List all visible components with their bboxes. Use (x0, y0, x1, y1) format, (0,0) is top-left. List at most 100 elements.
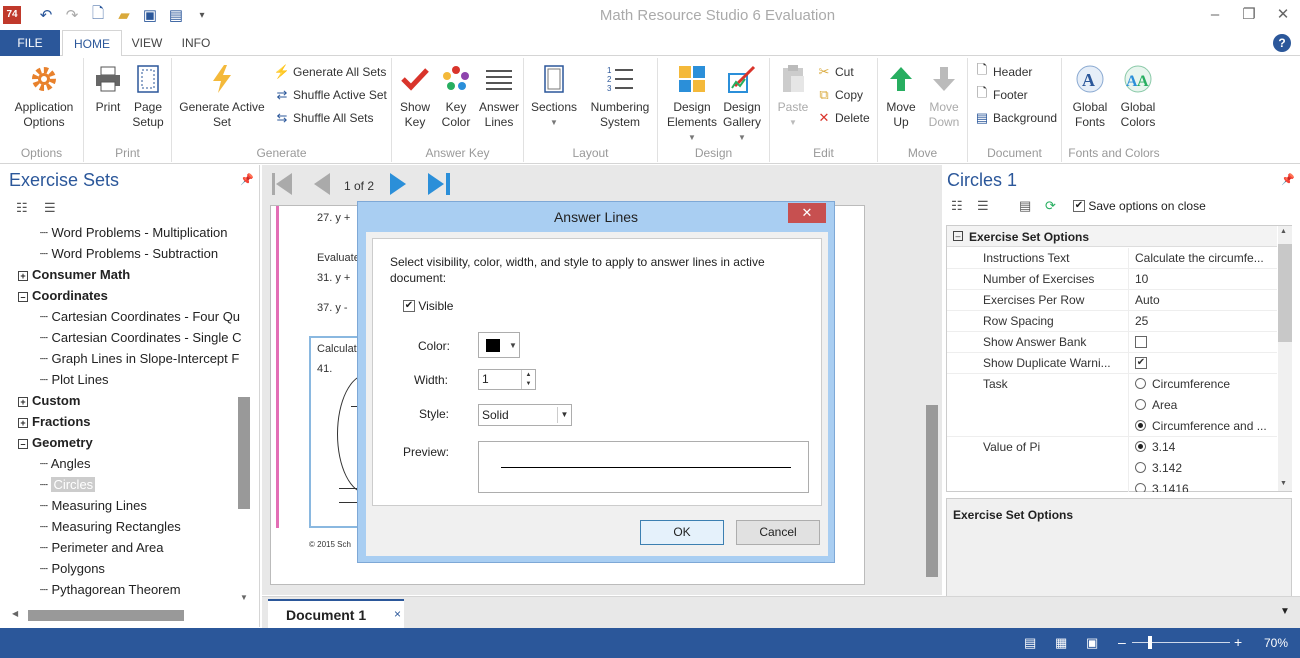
tree-item[interactable]: ┈ Angles (40, 454, 90, 474)
move-up-button[interactable]: Move Up (880, 60, 922, 130)
expand-icon[interactable]: + (18, 417, 28, 428)
paste-button[interactable]: Paste ▼ (772, 60, 814, 130)
tree-item-selected[interactable]: ┈ Circles (40, 475, 96, 495)
last-page-icon[interactable] (426, 171, 452, 200)
help-icon[interactable]: ? (1273, 34, 1291, 52)
tree-item[interactable]: ┈ Word Problems - Subtraction (40, 244, 218, 264)
tab-info[interactable]: INFO (172, 30, 220, 57)
property-row[interactable]: Exercises Per Row Auto (947, 290, 1277, 311)
background-button[interactable]: ▤ Background (974, 110, 1057, 126)
tree-category[interactable]: + Fractions (18, 412, 91, 432)
scroll-down-icon[interactable]: ▼ (240, 593, 248, 602)
shuffle-all-sets-button[interactable]: ⇆ Shuffle All Sets (274, 110, 374, 126)
document-tab-close-icon[interactable]: × (394, 607, 401, 621)
show-key-button[interactable]: Show Key (394, 60, 436, 130)
print-button[interactable]: Print (88, 60, 128, 115)
collapse-icon[interactable]: – (953, 231, 963, 241)
pin-icon[interactable]: 📌 (1281, 173, 1295, 186)
tree-hscroll-thumb[interactable] (28, 610, 184, 621)
move-down-button[interactable]: Move Down (922, 60, 966, 130)
property-row[interactable]: Number of Exercises 10 (947, 269, 1277, 290)
radio-circumference[interactable]: Circumference (1135, 374, 1277, 395)
property-value[interactable]: Auto (1135, 290, 1277, 311)
radio-icon[interactable] (1135, 462, 1146, 474)
tree-item[interactable]: ┈ Measuring Rectangles (40, 517, 181, 537)
checkbox-checked-icon[interactable]: ✔ (1073, 199, 1085, 212)
property-value[interactable]: Calculate the circumfe... (1135, 248, 1277, 269)
page-setup-button[interactable]: Page Setup (128, 60, 168, 130)
restore-button[interactable]: ❐ (1232, 0, 1266, 30)
tree-vscroll-thumb[interactable] (238, 397, 250, 509)
tree-item[interactable]: ┈ Cartesian Coordinates - Four Qu (40, 307, 240, 327)
tree-item[interactable]: ┈ Polygons (40, 559, 105, 579)
copy-button[interactable]: ⧉ Copy (816, 87, 863, 103)
ok-button[interactable]: OK (640, 520, 724, 545)
checkbox-checked-icon[interactable]: ✔ (1135, 356, 1147, 369)
color-picker[interactable]: ▼ (478, 332, 520, 358)
tree-item[interactable]: ┈ Measuring Lines (40, 496, 147, 516)
property-section-header[interactable]: – Exercise Set Options (947, 226, 1277, 247)
header-button[interactable]: 🗋 Header (974, 62, 1033, 80)
radio-pi-31416[interactable]: 3.1416 (1135, 479, 1277, 492)
design-gallery-button[interactable]: Design Gallery ▼ (718, 60, 766, 145)
next-page-icon[interactable] (388, 171, 408, 200)
tab-home[interactable]: HOME (62, 30, 122, 57)
cut-button[interactable]: ✂ Cut (816, 64, 854, 80)
visible-checkbox[interactable]: ✔ Visible (403, 299, 453, 313)
global-colors-button[interactable]: AA Global Colors (1114, 60, 1162, 130)
expand-icon[interactable]: + (18, 270, 28, 281)
property-grid-vscroll-thumb[interactable] (1278, 244, 1292, 342)
shuffle-active-set-button[interactable]: ⇄ Shuffle Active Set (274, 87, 387, 103)
first-page-icon[interactable] (270, 171, 294, 200)
property-row[interactable]: Task Circumference Area Circumference an… (947, 374, 1277, 437)
tab-list-chevron-icon[interactable]: ▼ (1280, 606, 1290, 617)
radio-area[interactable]: Area (1135, 395, 1277, 416)
prev-page-icon[interactable] (312, 171, 332, 200)
stepper-down-icon[interactable]: ▼ (521, 380, 535, 389)
property-row[interactable]: Show Duplicate Warni... ✔ (947, 353, 1277, 374)
tree-category[interactable]: + Custom (18, 391, 80, 411)
tab-file[interactable]: FILE (0, 30, 60, 56)
options-list-icon[interactable]: ▤ (1019, 198, 1031, 214)
zoom-slider-thumb[interactable] (1148, 636, 1152, 649)
collapse-icon[interactable]: – (18, 438, 28, 449)
application-options-button[interactable]: Application Options (8, 60, 80, 130)
save-on-close-checkbox[interactable]: ✔ Save options on close (1073, 199, 1206, 213)
radio-pi-3142[interactable]: 3.142 (1135, 458, 1277, 479)
expand-all-icon[interactable]: ☷ (951, 198, 963, 214)
tree-item[interactable]: ┈ Perimeter and Area (40, 538, 163, 558)
tree-item[interactable]: ┈ Plot Lines (40, 370, 109, 390)
collapse-all-icon[interactable]: ☰ (44, 200, 56, 216)
radio-icon[interactable] (1135, 378, 1146, 390)
radio-icon[interactable] (1135, 399, 1146, 411)
radio-circumference-and-area[interactable]: Circumference and ... (1135, 416, 1277, 437)
checkbox-unchecked-icon[interactable] (1135, 335, 1147, 348)
document-vscroll-thumb[interactable] (926, 405, 938, 577)
tab-view[interactable]: VIEW (124, 30, 170, 57)
stepper-up-icon[interactable]: ▲ (521, 370, 535, 380)
collapse-all-icon[interactable]: ☰ (977, 198, 989, 214)
sections-button[interactable]: Sections ▼ (526, 60, 582, 130)
delete-button[interactable]: ✕ Delete (816, 110, 870, 126)
tree-item[interactable]: ┈ Graph Lines in Slope-Intercept F (40, 349, 239, 369)
refresh-options-icon[interactable]: ⟳ (1045, 198, 1056, 214)
zoom-in-button[interactable]: + (1234, 634, 1242, 650)
radio-selected-icon[interactable] (1135, 441, 1146, 453)
radio-selected-icon[interactable] (1135, 420, 1146, 432)
radio-icon[interactable] (1135, 483, 1146, 492)
generate-active-set-button[interactable]: Generate Active Set (176, 60, 268, 130)
tree-category[interactable]: + Consumer Math (18, 265, 130, 285)
fit-page-icon[interactable]: ▣ (1086, 635, 1098, 651)
tree-item[interactable]: ┈ Pythagorean Theorem (40, 580, 181, 600)
numbering-system-button[interactable]: 123 Numbering System (584, 60, 656, 130)
grid-view-icon[interactable]: ▦ (1055, 635, 1067, 651)
key-color-button[interactable]: Key Color (436, 60, 476, 130)
cancel-button[interactable]: Cancel (736, 520, 820, 545)
property-value[interactable]: 10 (1135, 269, 1277, 290)
tree-item[interactable]: ┈ Word Problems - Multiplication (40, 223, 228, 243)
property-row[interactable]: Row Spacing 25 (947, 311, 1277, 332)
footer-button[interactable]: 🗋 Footer (974, 85, 1028, 103)
dialog-close-button[interactable]: ✕ (788, 203, 826, 223)
answer-lines-button[interactable]: Answer Lines (476, 60, 522, 130)
expand-icon[interactable]: + (18, 396, 28, 407)
